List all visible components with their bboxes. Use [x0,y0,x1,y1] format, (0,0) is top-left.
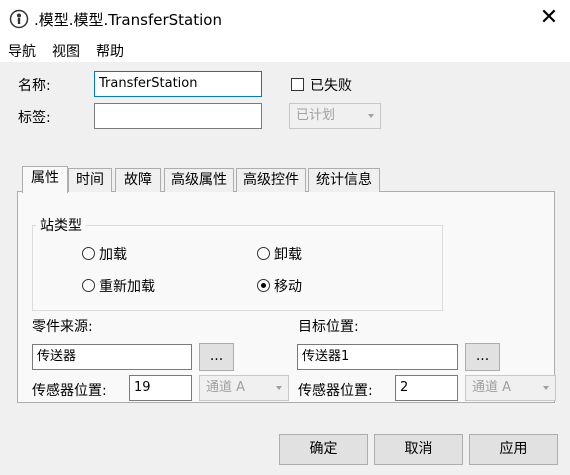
window-title: .模型.模型.TransferStation [34,11,222,29]
menu-bar [0,38,570,62]
source-field[interactable]: 传送器 [32,344,192,370]
cancel-button[interactable]: 取消 [374,434,463,465]
chevron-down-icon [368,114,374,118]
name-field[interactable]: TransferStation [94,71,262,97]
chevron-down-icon [543,386,549,390]
target-label: 目标位置: [298,319,359,335]
apply-button[interactable]: 应用 [469,434,558,465]
tab-failures[interactable]: 故障 [115,168,161,192]
tab-advanced-properties[interactable]: 高级属性 [164,168,234,192]
target-sensor-label: 传感器位置: [298,383,373,399]
target-channel-select: 通道 A [465,375,556,401]
radio-load[interactable] [82,247,95,260]
radio-selected-dot [261,283,266,288]
station-type-group [32,225,443,311]
radio-reload[interactable] [82,279,95,292]
planned-select-value: 已计划 [296,108,336,123]
name-label: 名称: [18,78,51,94]
tag-label: 标签: [18,110,51,126]
tab-time[interactable]: 时间 [68,168,112,192]
chevron-down-icon [276,386,282,390]
source-sensor-field[interactable]: 19 [129,375,192,401]
source-label: 零件来源: [32,319,93,335]
tab-statistics[interactable]: 统计信息 [308,168,380,192]
ok-button[interactable]: 确定 [279,434,368,465]
tab-advanced-controls[interactable]: 高级控件 [236,168,306,192]
source-browse-button[interactable]: ... [199,343,234,371]
radio-unload[interactable] [257,247,270,260]
source-channel-value: 通道 A [206,380,246,395]
failed-label: 已失败 [310,78,352,94]
target-browse-button[interactable]: ... [465,343,500,371]
radio-load-label: 加载 [99,247,127,263]
menu-navigate[interactable]: 导航 [8,41,36,61]
station-type-legend: 站类型 [36,215,86,235]
app-icon [9,9,29,29]
source-sensor-label: 传感器位置: [32,383,107,399]
target-channel-value: 通道 A [472,380,512,395]
menu-help[interactable]: 帮助 [96,41,124,61]
tab-properties[interactable]: 属性 [22,166,68,193]
close-icon[interactable]: ✕ [534,4,564,34]
radio-unload-label: 卸载 [274,247,302,263]
target-sensor-field[interactable]: 2 [395,375,458,401]
target-field[interactable]: 传送器1 [297,344,458,370]
tag-field[interactable] [94,103,262,129]
radio-reload-label: 重新加载 [99,279,155,295]
radio-move[interactable] [257,279,270,292]
radio-move-label: 移动 [274,279,302,295]
menu-view[interactable]: 视图 [52,41,80,61]
source-channel-select: 通道 A [199,375,289,401]
planned-select: 已计划 [289,103,381,129]
failed-checkbox[interactable] [291,78,304,91]
